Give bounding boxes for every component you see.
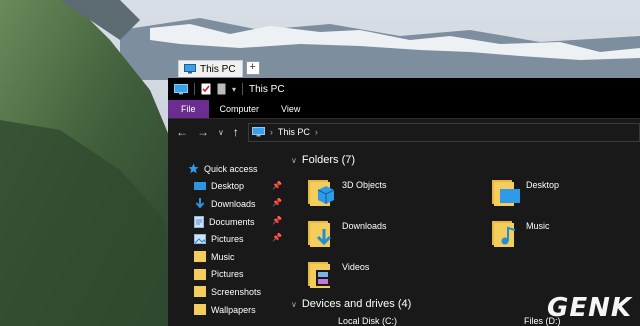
customize-quick-access-icon[interactable]: ▾ [232, 85, 236, 94]
recent-locations-chevron-icon[interactable]: ∨ [218, 128, 224, 137]
folder-downloads[interactable]: Downloads [306, 217, 387, 247]
breadcrumb-chevron-icon[interactable]: › [315, 127, 318, 137]
breadcrumb-separator-icon: › [269, 127, 273, 137]
folders-group-header[interactable]: ∨ Folders (7) [291, 154, 355, 166]
sidebar-item-music[interactable]: Music [168, 248, 288, 266]
properties-icon[interactable] [201, 83, 211, 95]
ribbon-tabs: File Computer View [168, 100, 640, 119]
computer-icon [174, 83, 188, 94]
navigation-bar: ← → ∨ ↑ › This PC › [168, 119, 640, 145]
collapse-chevron-icon[interactable]: ∨ [291, 156, 297, 165]
sidebar-item-screenshots[interactable]: Screenshots [168, 283, 288, 301]
sidebar-item-label: Pictures [211, 234, 244, 245]
star-icon [188, 163, 199, 174]
devices-group-header[interactable]: ∨ Devices and drives (4) [291, 298, 411, 310]
genk-watermark-logo: GENK [546, 293, 632, 323]
new-tab-button[interactable]: + [245, 61, 260, 75]
pin-icon[interactable]: 📌 [272, 198, 282, 207]
sidebar-item-label: Desktop [211, 181, 245, 192]
tab-title: This PC [200, 63, 236, 75]
group-title: Devices and drives (4) [301, 298, 412, 310]
tab-this-pc[interactable]: This PC [178, 60, 243, 77]
sidebar-item-label: Screenshots [211, 286, 262, 297]
desktop-folder-icon [194, 182, 206, 191]
sidebar-item-label: Quick access [204, 163, 258, 174]
music-folder-icon [492, 221, 516, 247]
sidebar-item-label: Music [211, 251, 235, 262]
sidebar-item-quick-access[interactable]: Quick access [168, 160, 288, 178]
sidebar-item-documents[interactable]: Documents 📌 [168, 213, 288, 231]
videos-folder-icon [308, 262, 330, 288]
back-arrow-icon[interactable]: ← [176, 125, 188, 139]
3d-objects-folder-icon [308, 180, 335, 206]
window-title: This PC [249, 83, 285, 95]
up-arrow-icon[interactable]: ↑ [233, 125, 239, 139]
sidebar-item-pictures[interactable]: Pictures 📌 [168, 230, 288, 248]
tab-file[interactable]: File [168, 100, 209, 118]
folder-3d-objects[interactable]: 3D Objects [306, 176, 387, 206]
folder-icon [194, 304, 206, 316]
folder-icon [194, 251, 206, 263]
sidebar-item-downloads[interactable]: Downloads 📌 [168, 195, 288, 213]
address-path: This PC [277, 127, 310, 137]
sidebar-item-desktop[interactable]: Desktop 📌 [168, 178, 288, 196]
drive-label: Local Disk (C:) [338, 316, 398, 326]
sidebar-item-label: Documents [209, 216, 255, 227]
computer-icon [251, 127, 265, 137]
title-bar: ▾ This PC [168, 78, 640, 100]
pictures-icon [194, 234, 206, 245]
folder-videos[interactable]: Videos [306, 258, 369, 288]
folder-label: Desktop [526, 180, 560, 190]
folder-label: Downloads [342, 221, 387, 231]
pin-icon[interactable]: 📌 [272, 181, 282, 190]
folder-label: Videos [342, 262, 370, 272]
address-bar[interactable]: › This PC › [247, 122, 640, 142]
sidebar-item-label: Downloads [211, 198, 256, 209]
pin-icon[interactable]: 📌 [272, 216, 282, 225]
forward-arrow-icon[interactable]: → [197, 125, 209, 139]
folder-label: Music [526, 221, 550, 231]
tab-view[interactable]: View [270, 100, 311, 118]
desktop-folder-icon [492, 180, 520, 206]
new-folder-icon[interactable] [217, 83, 226, 95]
folder-music[interactable]: Music [490, 217, 550, 247]
downloads-folder-icon [308, 221, 332, 247]
group-title: Folders (7) [301, 154, 356, 166]
navigation-pane: Quick access Desktop 📌 Downloads 📌 Docum… [168, 156, 288, 326]
computer-icon [184, 64, 196, 74]
sidebar-item-wallpapers[interactable]: Wallpapers [168, 301, 288, 319]
sidebar-item-label: Pictures [211, 269, 244, 280]
download-arrow-icon [195, 197, 205, 209]
tab-computer[interactable]: Computer [209, 100, 271, 118]
pin-icon[interactable]: 📌 [272, 233, 282, 242]
folder-label: 3D Objects [342, 180, 387, 190]
tab-strip: This PC + [178, 60, 260, 77]
sidebar-item-pictures-folder[interactable]: Pictures [168, 266, 288, 284]
separator [194, 83, 195, 95]
folder-icon [194, 268, 206, 280]
document-icon [194, 215, 204, 228]
file-explorer-window: ▾ This PC File Computer View ← → ∨ ↑ › T… [168, 78, 640, 326]
folder-desktop[interactable]: Desktop [490, 176, 559, 206]
folder-icon [194, 286, 206, 298]
separator [242, 83, 244, 95]
sidebar-item-label: Wallpapers [211, 304, 256, 315]
collapse-chevron-icon[interactable]: ∨ [291, 300, 297, 309]
drive-c[interactable]: Local Disk (C:) [338, 316, 397, 326]
